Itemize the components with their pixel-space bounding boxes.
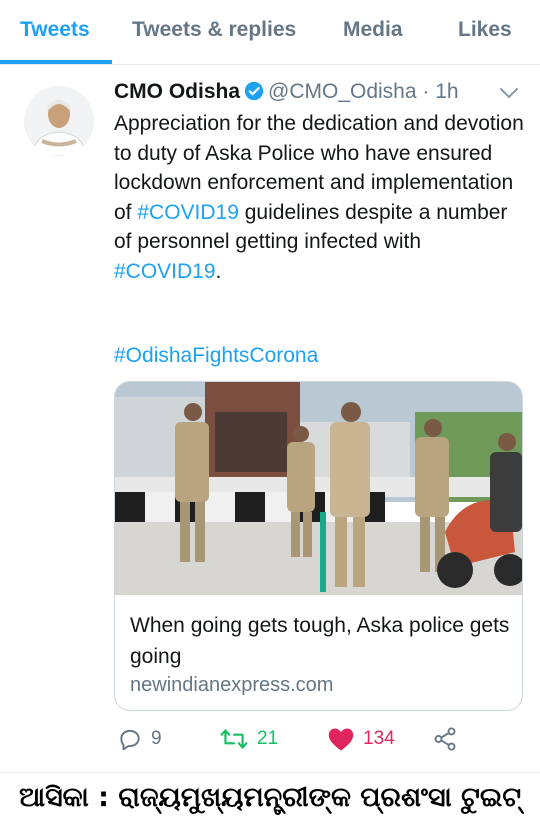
tweet-header: CMO Odisha @CMO_Odisha · 1h xyxy=(114,80,459,107)
news-caption: ଆସିକା : ରାଜ୍ୟମୁଖ୍ୟମନ୍ତ୍ରୀଙ୍କ ପ୍ରଶଂସା ଟୁଇ… xyxy=(18,782,522,813)
like-button[interactable]: 134 xyxy=(327,726,395,752)
tweet-text: Appreciation for the dedication and devo… xyxy=(114,109,524,286)
tab-media[interactable]: Media xyxy=(343,18,403,42)
reply-icon xyxy=(117,728,143,751)
active-tab-indicator xyxy=(0,60,112,64)
retweet-icon xyxy=(219,728,249,749)
retweet-button[interactable]: 21 xyxy=(219,726,278,752)
author-handle[interactable]: @CMO_Odisha xyxy=(268,80,417,103)
card-title: When going gets tough, Aska police gets … xyxy=(130,614,510,668)
tab-tweets-replies[interactable]: Tweets & replies xyxy=(132,18,296,42)
hashtag-odishafightscorona[interactable]: #OdishaFightsCorona xyxy=(114,344,318,368)
profile-tabs: Tweets Tweets & replies Media Likes xyxy=(0,0,540,65)
hashtag-covid19[interactable]: #COVID19 xyxy=(114,260,216,283)
tweet-text-segment: . xyxy=(215,259,222,283)
chevron-down-icon[interactable] xyxy=(498,84,520,107)
reply-button[interactable]: 9 xyxy=(117,726,162,752)
tab-likes[interactable]: Likes xyxy=(458,18,512,42)
share-button[interactable] xyxy=(432,726,458,752)
heart-icon xyxy=(327,728,355,751)
card-image xyxy=(115,382,522,595)
share-icon xyxy=(432,727,458,751)
tab-tweets[interactable]: Tweets xyxy=(20,18,90,42)
author-name[interactable]: CMO Odisha xyxy=(114,80,240,103)
retweet-count: 21 xyxy=(257,728,279,749)
tweet-time: · 1h xyxy=(422,80,459,103)
tweet-actions: 9 21 134 xyxy=(0,726,540,756)
reply-count: 9 xyxy=(151,728,162,749)
like-count: 134 xyxy=(363,728,395,749)
card-domain: newindianexpress.com xyxy=(130,674,334,696)
link-card[interactable]: When going gets tough, Aska police gets … xyxy=(114,381,523,711)
hashtag-covid19[interactable]: #COVID19 xyxy=(137,201,239,224)
verified-badge-icon xyxy=(244,81,264,107)
avatar[interactable] xyxy=(24,86,94,156)
divider xyxy=(0,772,540,773)
